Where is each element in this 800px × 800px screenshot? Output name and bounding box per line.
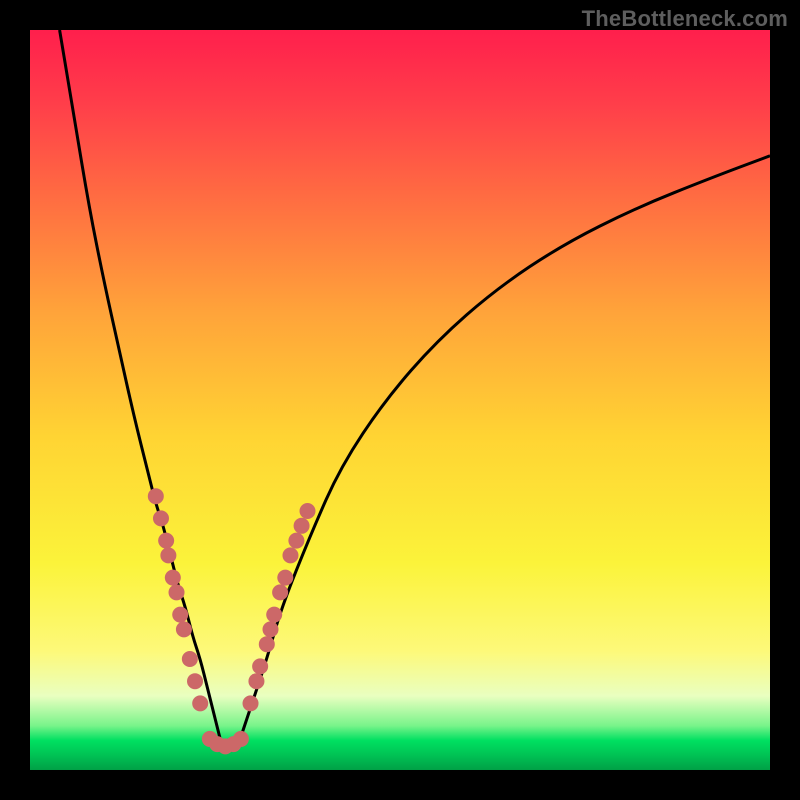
marker-dot — [187, 673, 203, 689]
marker-dot — [252, 658, 268, 674]
marker-dot — [165, 570, 181, 586]
marker-dot — [243, 695, 259, 711]
marker-dot — [288, 533, 304, 549]
marker-dot — [233, 731, 249, 747]
marker-dot — [294, 518, 310, 534]
chart-area — [30, 30, 770, 770]
marker-dot — [263, 621, 279, 637]
marker-dot — [282, 547, 298, 563]
marker-dot — [172, 607, 188, 623]
watermark-text: TheBottleneck.com — [582, 6, 788, 32]
marker-dot — [148, 488, 164, 504]
marker-dot — [300, 503, 316, 519]
marker-dot — [277, 570, 293, 586]
marker-dot — [272, 584, 288, 600]
marker-dot — [176, 621, 192, 637]
marker-dot — [259, 636, 275, 652]
marker-dot — [266, 607, 282, 623]
marker-dot — [153, 510, 169, 526]
marker-dot — [169, 584, 185, 600]
marker-dot — [158, 533, 174, 549]
marker-dot — [248, 673, 264, 689]
marker-dot — [160, 547, 176, 563]
bottleneck-curve — [30, 30, 770, 770]
curve-curve-right — [237, 156, 770, 748]
marker-dot — [192, 695, 208, 711]
marker-dot — [182, 651, 198, 667]
curve-curve-left — [60, 30, 223, 748]
